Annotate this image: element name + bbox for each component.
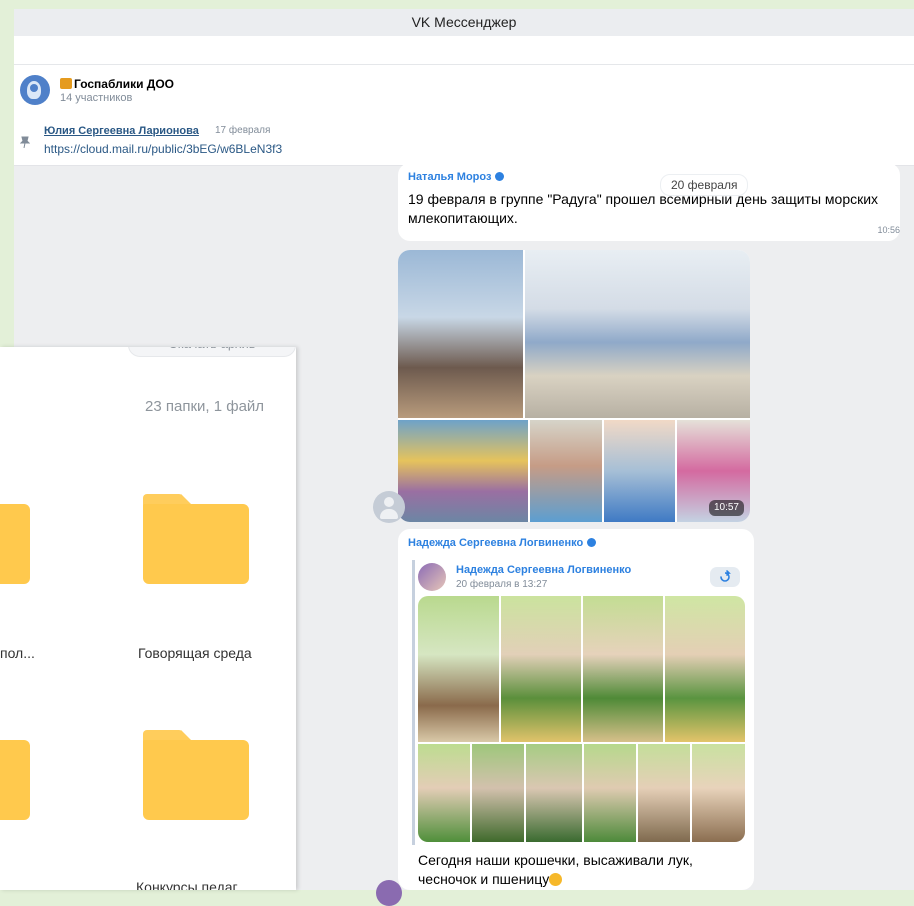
photo[interactable] (418, 596, 499, 742)
message-text: Сегодня наши крошечки, высаживали лук, ч… (418, 852, 693, 887)
photo[interactable] (583, 596, 663, 742)
folder-label[interactable]: пол... (0, 645, 35, 661)
photo[interactable] (692, 744, 745, 842)
photo-album[interactable]: 10:57 (398, 250, 750, 522)
folder-label[interactable]: Говорящая среда (138, 645, 252, 661)
photo[interactable] (526, 744, 582, 842)
chat-header[interactable]: Госпаблики ДОО 14 участников (14, 65, 914, 118)
folder-icon[interactable] (143, 730, 249, 820)
folder-icon[interactable] (0, 494, 30, 584)
photo-album[interactable] (418, 596, 745, 842)
chat-avatar[interactable] (20, 75, 50, 105)
folder-icon[interactable] (143, 494, 249, 584)
forward-author-name[interactable]: Надежда Сергеевна Логвиненко (456, 564, 631, 576)
photo[interactable] (665, 596, 745, 742)
verified-icon (495, 172, 505, 181)
message-text: 19 февраля в группе "Радуга" прошел всем… (408, 191, 879, 226)
photo[interactable] (398, 250, 523, 418)
photo[interactable] (418, 744, 470, 842)
user-avatar[interactable] (376, 880, 402, 906)
photo[interactable] (472, 744, 524, 842)
date-chip: 20 февраля (660, 174, 749, 196)
message-bubble[interactable]: Наталья Мороз 19 февраля в группе "Радуг… (398, 163, 900, 241)
pinned-author-link[interactable]: Юлия Сергеевна Ларионова (44, 125, 199, 137)
photo[interactable] (525, 250, 750, 418)
download-archive-button[interactable]: Скачать архив (128, 347, 296, 357)
folder-icon[interactable] (0, 730, 30, 820)
share-button[interactable] (710, 567, 740, 587)
pinned-message[interactable]: Юлия Сергеевна Ларионова 17 февраля http… (14, 117, 914, 166)
folder-count: 23 папки, 1 файл (145, 398, 265, 415)
forward-line (412, 560, 415, 845)
photo[interactable]: 10:57 (677, 420, 750, 522)
photo[interactable] (501, 596, 581, 742)
toolbar (14, 36, 914, 65)
folder-label[interactable]: Конкурсы педаг (136, 879, 238, 890)
forward-author-avatar[interactable] (418, 563, 446, 591)
pinned-url-link[interactable]: https://cloud.mail.ru/public/3bEG/w6BLeN… (44, 142, 282, 156)
bus-emoji-icon (60, 78, 72, 89)
photo[interactable] (398, 420, 528, 522)
pinned-date: 17 февраля (215, 125, 271, 136)
default-avatar-icon[interactable] (373, 491, 405, 523)
message-sender[interactable]: Наталья Мороз (408, 171, 505, 183)
album-time-badge: 10:57 (708, 500, 744, 516)
chat-title[interactable]: Госпаблики ДОО (60, 77, 174, 91)
photo[interactable] (604, 420, 675, 522)
smile-emoji-icon (549, 873, 563, 886)
photo[interactable] (638, 744, 690, 842)
message-sender[interactable]: Надежда Сергеевна Логвиненко (408, 537, 597, 549)
window-title: VK Мессенджер (14, 9, 914, 36)
verified-icon (587, 538, 597, 547)
photo[interactable] (584, 744, 636, 842)
forward-date: 20 февраля в 13:27 (456, 579, 548, 590)
share-icon (720, 570, 731, 582)
cloud-folder-panel: Скачать архив 23 папки, 1 файл пол... Го… (0, 347, 296, 890)
pin-icon (20, 136, 30, 148)
message-time: 10:56 (877, 225, 900, 235)
photo[interactable] (530, 420, 602, 522)
chat-members-count[interactable]: 14 участников (60, 92, 132, 104)
